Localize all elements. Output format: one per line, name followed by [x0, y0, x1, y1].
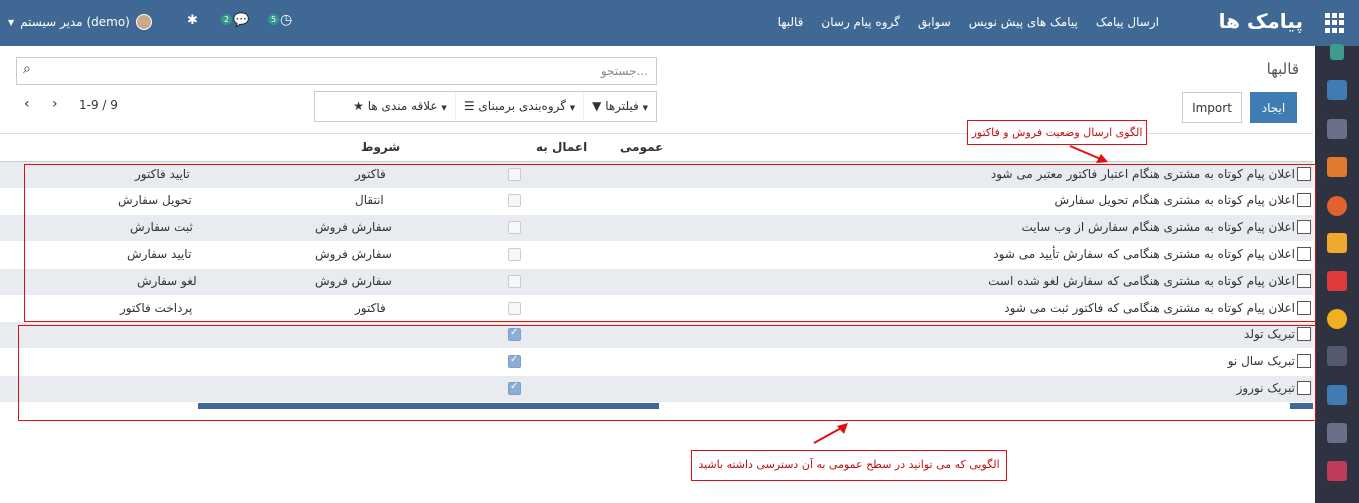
search-options: ▼ فیلترها ▼ ☰ گروه‌بندی برمبنای ▼ ★ علاق…: [314, 91, 657, 122]
create-button[interactable]: ایجاد: [1250, 92, 1297, 123]
caret-down-icon: ▼: [8, 17, 15, 27]
arrow-bottom-head: [837, 423, 848, 434]
search-box: جستجو... ⌕: [16, 57, 657, 85]
col-public[interactable]: عمومی: [620, 140, 663, 154]
col-apply-to[interactable]: اعمال به: [536, 140, 587, 154]
favorites-label: علاقه مندی ها: [367, 99, 438, 113]
import-button[interactable]: Import: [1182, 92, 1242, 123]
list-icon: ☰: [463, 99, 479, 113]
caret-down-icon: ▼: [642, 104, 648, 112]
sidebar-app-pos-icon[interactable]: [1327, 346, 1347, 366]
menu-messenger-group[interactable]: گروه پیام رسان: [821, 15, 899, 29]
pager-next-icon[interactable]: ›: [52, 96, 58, 112]
sidebar-app-invoicing-icon[interactable]: [1327, 233, 1347, 253]
annotation-box-public-templates: [18, 325, 1316, 421]
menu-draft-sms[interactable]: پیامک های پیش نویس: [969, 15, 1078, 29]
user-menu[interactable]: ▼ مدیر سیستم (demo): [8, 14, 152, 30]
groupby-label: گروه‌بندی برمبنای: [478, 99, 566, 113]
top-navbar: پیامک ها ارسال پیامک پیامک های پیش نویس …: [0, 0, 1359, 46]
annotation-callout-bottom: الگویی که می توانید در سطح عمومی به آن د…: [691, 450, 1007, 481]
pager-value[interactable]: 1-9 / 9: [79, 98, 118, 112]
annotation-box-sales-templates: [24, 164, 1316, 322]
main-menu: ارسال پیامک پیامک های پیش نویس سوابق گرو…: [778, 15, 1159, 29]
sidebar-app-discuss-icon[interactable]: [1330, 44, 1344, 60]
favorites-dropdown[interactable]: ★ علاقه مندی ها ▼: [345, 92, 455, 121]
star-icon: ★: [353, 99, 368, 113]
breadcrumb: قالبها: [1266, 60, 1299, 78]
menu-templates[interactable]: قالبها: [778, 15, 804, 29]
filters-dropdown[interactable]: ▼ فیلترها ▼: [583, 92, 656, 121]
messages-badge: 2: [221, 14, 233, 25]
user-name: مدیر سیستم (demo): [20, 15, 130, 29]
sidebar-app-gift-icon[interactable]: [1327, 461, 1347, 481]
apps-menu-icon[interactable]: [1325, 13, 1345, 33]
activity-badge: 5: [268, 14, 280, 25]
sidebar-app-contacts-icon[interactable]: [1327, 119, 1347, 139]
avatar: [135, 14, 152, 30]
messages-icon[interactable]: 💬: [233, 13, 249, 28]
debug-bug-icon[interactable]: ✱: [187, 13, 198, 28]
filters-label: فیلترها: [605, 99, 639, 113]
sidebar-app-website-icon[interactable]: [1327, 196, 1347, 216]
caret-down-icon: ▼: [441, 104, 447, 112]
caret-down-icon: ▼: [569, 104, 576, 112]
sidebar-app-settings-icon[interactable]: [1327, 80, 1347, 100]
sidebar-app-link-icon[interactable]: [1327, 423, 1347, 443]
app-sidebar: [1315, 44, 1359, 503]
annotation-callout-top: الگوی ارسال وضعیت فروش و فاکتور: [967, 120, 1147, 145]
app-brand: پیامک ها: [1218, 9, 1303, 33]
search-input[interactable]: جستجو...: [601, 64, 648, 78]
menu-send-sms[interactable]: ارسال پیامک: [1096, 15, 1159, 29]
sidebar-app-reports-icon[interactable]: [1327, 157, 1347, 177]
activity-clock-icon[interactable]: ◷: [280, 12, 292, 28]
filter-icon: ▼: [592, 99, 606, 113]
sidebar-app-support-icon[interactable]: [1327, 309, 1347, 329]
arrow-bottom: [813, 426, 844, 444]
sidebar-app-documents-icon[interactable]: [1327, 271, 1347, 291]
pager-prev-icon[interactable]: ‹: [24, 96, 30, 112]
groupby-dropdown[interactable]: ☰ گروه‌بندی برمبنای ▼: [454, 92, 583, 121]
col-conditions[interactable]: شروط: [361, 140, 400, 154]
sidebar-app-payment-icon[interactable]: [1327, 385, 1347, 405]
search-icon[interactable]: ⌕: [23, 61, 31, 77]
systray: ▼ مدیر سیستم (demo) ✱ 💬 2 ◷ 5: [0, 0, 320, 46]
menu-history[interactable]: سوابق: [918, 15, 951, 29]
